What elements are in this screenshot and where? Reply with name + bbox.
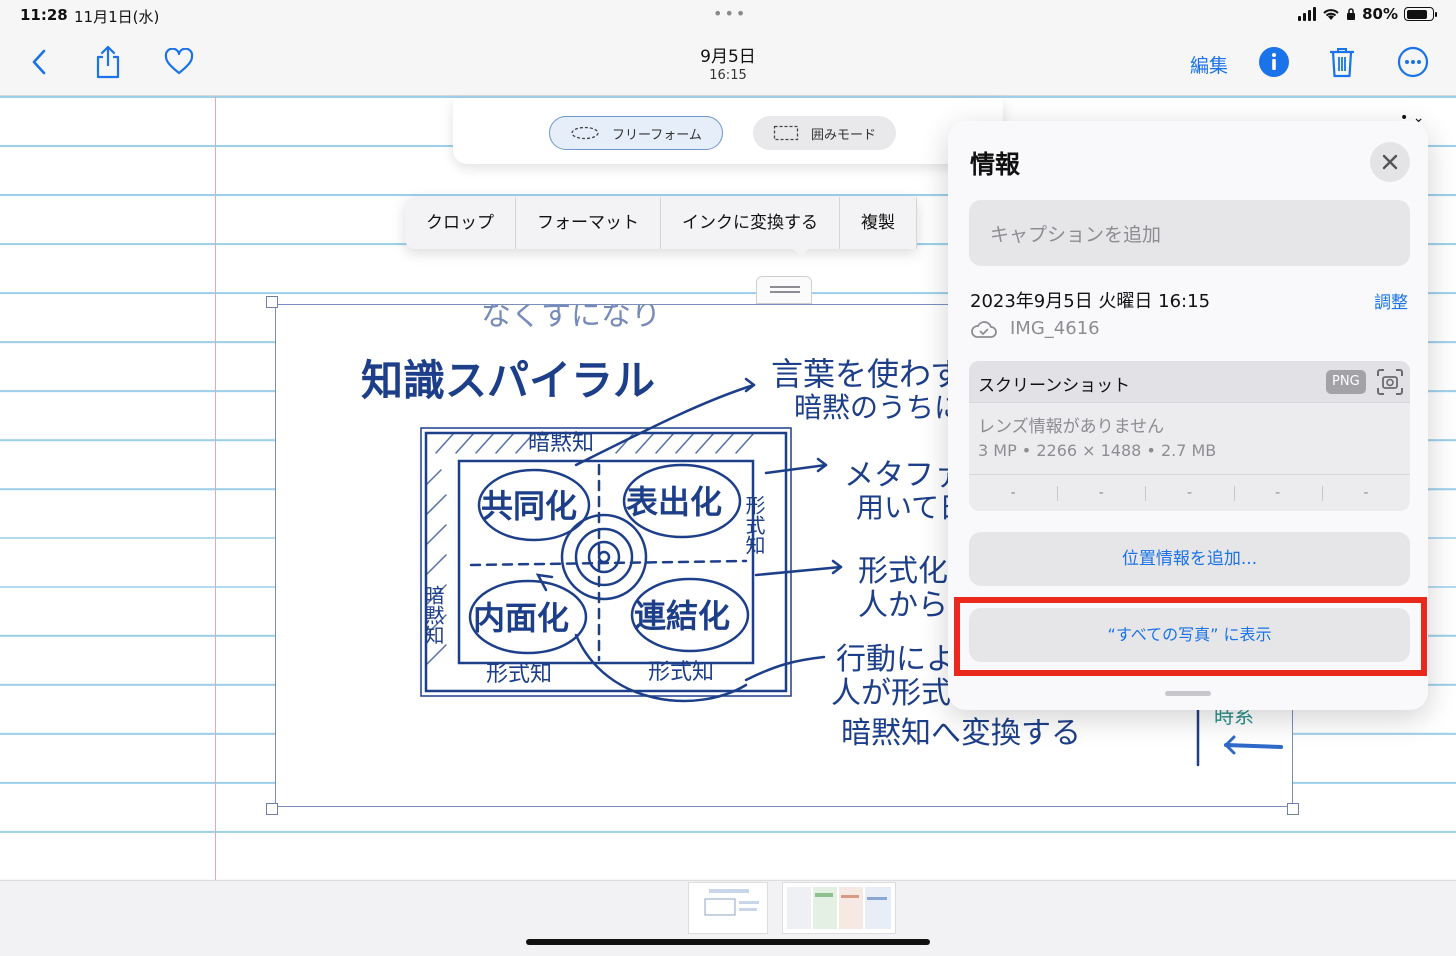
wifi-icon xyxy=(1323,9,1339,20)
info-panel-title: 情報 xyxy=(970,150,1021,179)
exif-aperture: - xyxy=(1233,475,1322,511)
duplicate-menu-item[interactable]: 複製 xyxy=(840,197,917,249)
context-menu-pointer xyxy=(790,246,812,256)
status-indicators: 80% xyxy=(1298,5,1437,23)
note1-line2: 暗黙のうちに xyxy=(794,391,962,424)
screenshot-icon xyxy=(1377,369,1403,395)
convert-to-ink-menu-item[interactable]: インクに変換する xyxy=(661,197,840,249)
adjust-datetime-button[interactable]: 調整 xyxy=(1374,288,1408,313)
crop-menu-item[interactable]: クロップ xyxy=(405,197,516,249)
exif-focal: - xyxy=(1057,475,1145,511)
document-title: 9月5日 16:15 xyxy=(628,42,828,83)
rectangle-lasso-icon xyxy=(773,125,799,141)
resize-handle-bottom-right[interactable] xyxy=(1287,803,1299,815)
format-menu-item[interactable]: フォーマット xyxy=(516,197,661,249)
sketch-bottom-left: 形式知 xyxy=(486,662,552,687)
home-indicator[interactable] xyxy=(526,939,930,945)
exif-shutter: - xyxy=(1321,475,1410,511)
status-date: 11月1日(水) xyxy=(74,8,160,26)
multitask-dots-icon[interactable]: ••• xyxy=(713,4,747,23)
sketch-fragment-top: なくすになり xyxy=(481,305,661,333)
photo-datetime: 2023年9月5日 火曜日 16:15 xyxy=(970,291,1211,312)
exif-iso: - xyxy=(1010,485,1016,501)
image-drag-grip[interactable] xyxy=(756,276,812,304)
page-thumbnail[interactable] xyxy=(782,882,896,934)
info-icon xyxy=(1259,47,1289,77)
note4-line3: 暗黙知へ変換する xyxy=(841,716,1081,751)
resize-handle-top-left[interactable] xyxy=(266,296,278,308)
metadata-card: スクリーンショット PNG レンズ情報がありません 3 MP • 2266 × … xyxy=(969,361,1410,511)
share-button[interactable] xyxy=(90,44,126,80)
back-button[interactable] xyxy=(22,44,58,80)
info-button[interactable] xyxy=(1256,44,1292,80)
exif-row: - - - - - xyxy=(969,474,1410,511)
favorite-button[interactable] xyxy=(161,44,197,80)
quadrant-externalization: 表出化 xyxy=(626,483,722,521)
freeform-lasso-icon xyxy=(571,126,599,140)
screenshot-label: スクリーンショット xyxy=(978,376,1131,396)
icloud-check-icon xyxy=(971,320,997,338)
quadrant-socialization: 共同化 xyxy=(481,487,577,525)
highlight-box xyxy=(954,597,1427,676)
exif-ev: - xyxy=(1145,475,1233,511)
sketch-bottom-right: 形式知 xyxy=(648,660,714,685)
share-icon xyxy=(96,45,120,79)
status-time: 11:28 xyxy=(20,6,68,24)
sketch-tacit-top: 暗黙知 xyxy=(528,431,594,456)
battery-percent: 80% xyxy=(1362,5,1398,23)
title-time: 16:15 xyxy=(709,68,747,83)
metadata-header: スクリーンショット PNG xyxy=(969,361,1410,403)
close-icon xyxy=(1382,154,1398,170)
note4-line2: 人が形式 xyxy=(831,676,951,711)
freeform-mode-button[interactable]: フリーフォーム xyxy=(549,116,723,150)
delete-button[interactable] xyxy=(1324,44,1360,80)
lasso-mode-panel: フリーフォーム 囲みモード xyxy=(453,98,1003,164)
panel-grabber[interactable] xyxy=(1165,691,1211,696)
sketch-side-explicit: 形式知 xyxy=(742,495,766,555)
context-menu: クロップ フォーマット インクに変換する 複製 xyxy=(405,197,917,249)
battery-icon xyxy=(1404,7,1437,21)
image-specs: 3 MP • 2266 × 1488 • 2.7 MB xyxy=(978,441,1217,460)
close-button[interactable] xyxy=(1370,142,1410,182)
title-date: 9月5日 xyxy=(700,47,756,67)
caption-input[interactable]: キャプションを追加 xyxy=(969,200,1410,266)
filename-label: IMG_4616 xyxy=(1010,318,1100,339)
photo-filename: IMG_4616 xyxy=(970,318,1100,339)
page-thumbnail-preview-icon xyxy=(787,887,891,929)
more-icon xyxy=(1397,46,1429,78)
note3-line1: 形式化 xyxy=(858,554,948,589)
add-location-button[interactable]: 位置情報を追加... xyxy=(969,532,1410,586)
rotation-lock-icon xyxy=(1347,7,1356,20)
quadrant-combination: 連結化 xyxy=(634,597,730,635)
page-thumbnail-preview-icon xyxy=(704,889,759,916)
note4-line1: 行動によ xyxy=(836,642,956,677)
more-button[interactable] xyxy=(1395,44,1431,80)
freeform-mode-label: フリーフォーム xyxy=(612,127,702,143)
chevron-left-icon xyxy=(32,49,46,75)
page-margin-line xyxy=(215,96,216,880)
trash-icon xyxy=(1330,48,1354,78)
edit-button[interactable]: 編集 xyxy=(1190,51,1228,78)
quadrant-internalization: 内面化 xyxy=(473,599,569,637)
page-thumbnail[interactable] xyxy=(688,882,768,934)
resize-handle-bottom-left[interactable] xyxy=(266,803,278,815)
cellular-signal-icon xyxy=(1298,7,1317,21)
rectangle-mode-button[interactable]: 囲みモード xyxy=(753,116,897,150)
status-bar: 11:28 11月1日(水) ••• 80% xyxy=(0,0,1456,30)
lens-info: レンズ情報がありません xyxy=(978,417,1165,437)
sketch-title: 知識スパイラル xyxy=(361,356,655,405)
heart-icon xyxy=(164,48,194,75)
rectangle-mode-label: 囲みモード xyxy=(811,127,877,143)
sketch-side-tacit: 暗黙知 xyxy=(421,585,445,645)
top-toolbar: 9月5日 16:15 編集 xyxy=(0,30,1456,96)
format-badge: PNG xyxy=(1326,370,1366,394)
